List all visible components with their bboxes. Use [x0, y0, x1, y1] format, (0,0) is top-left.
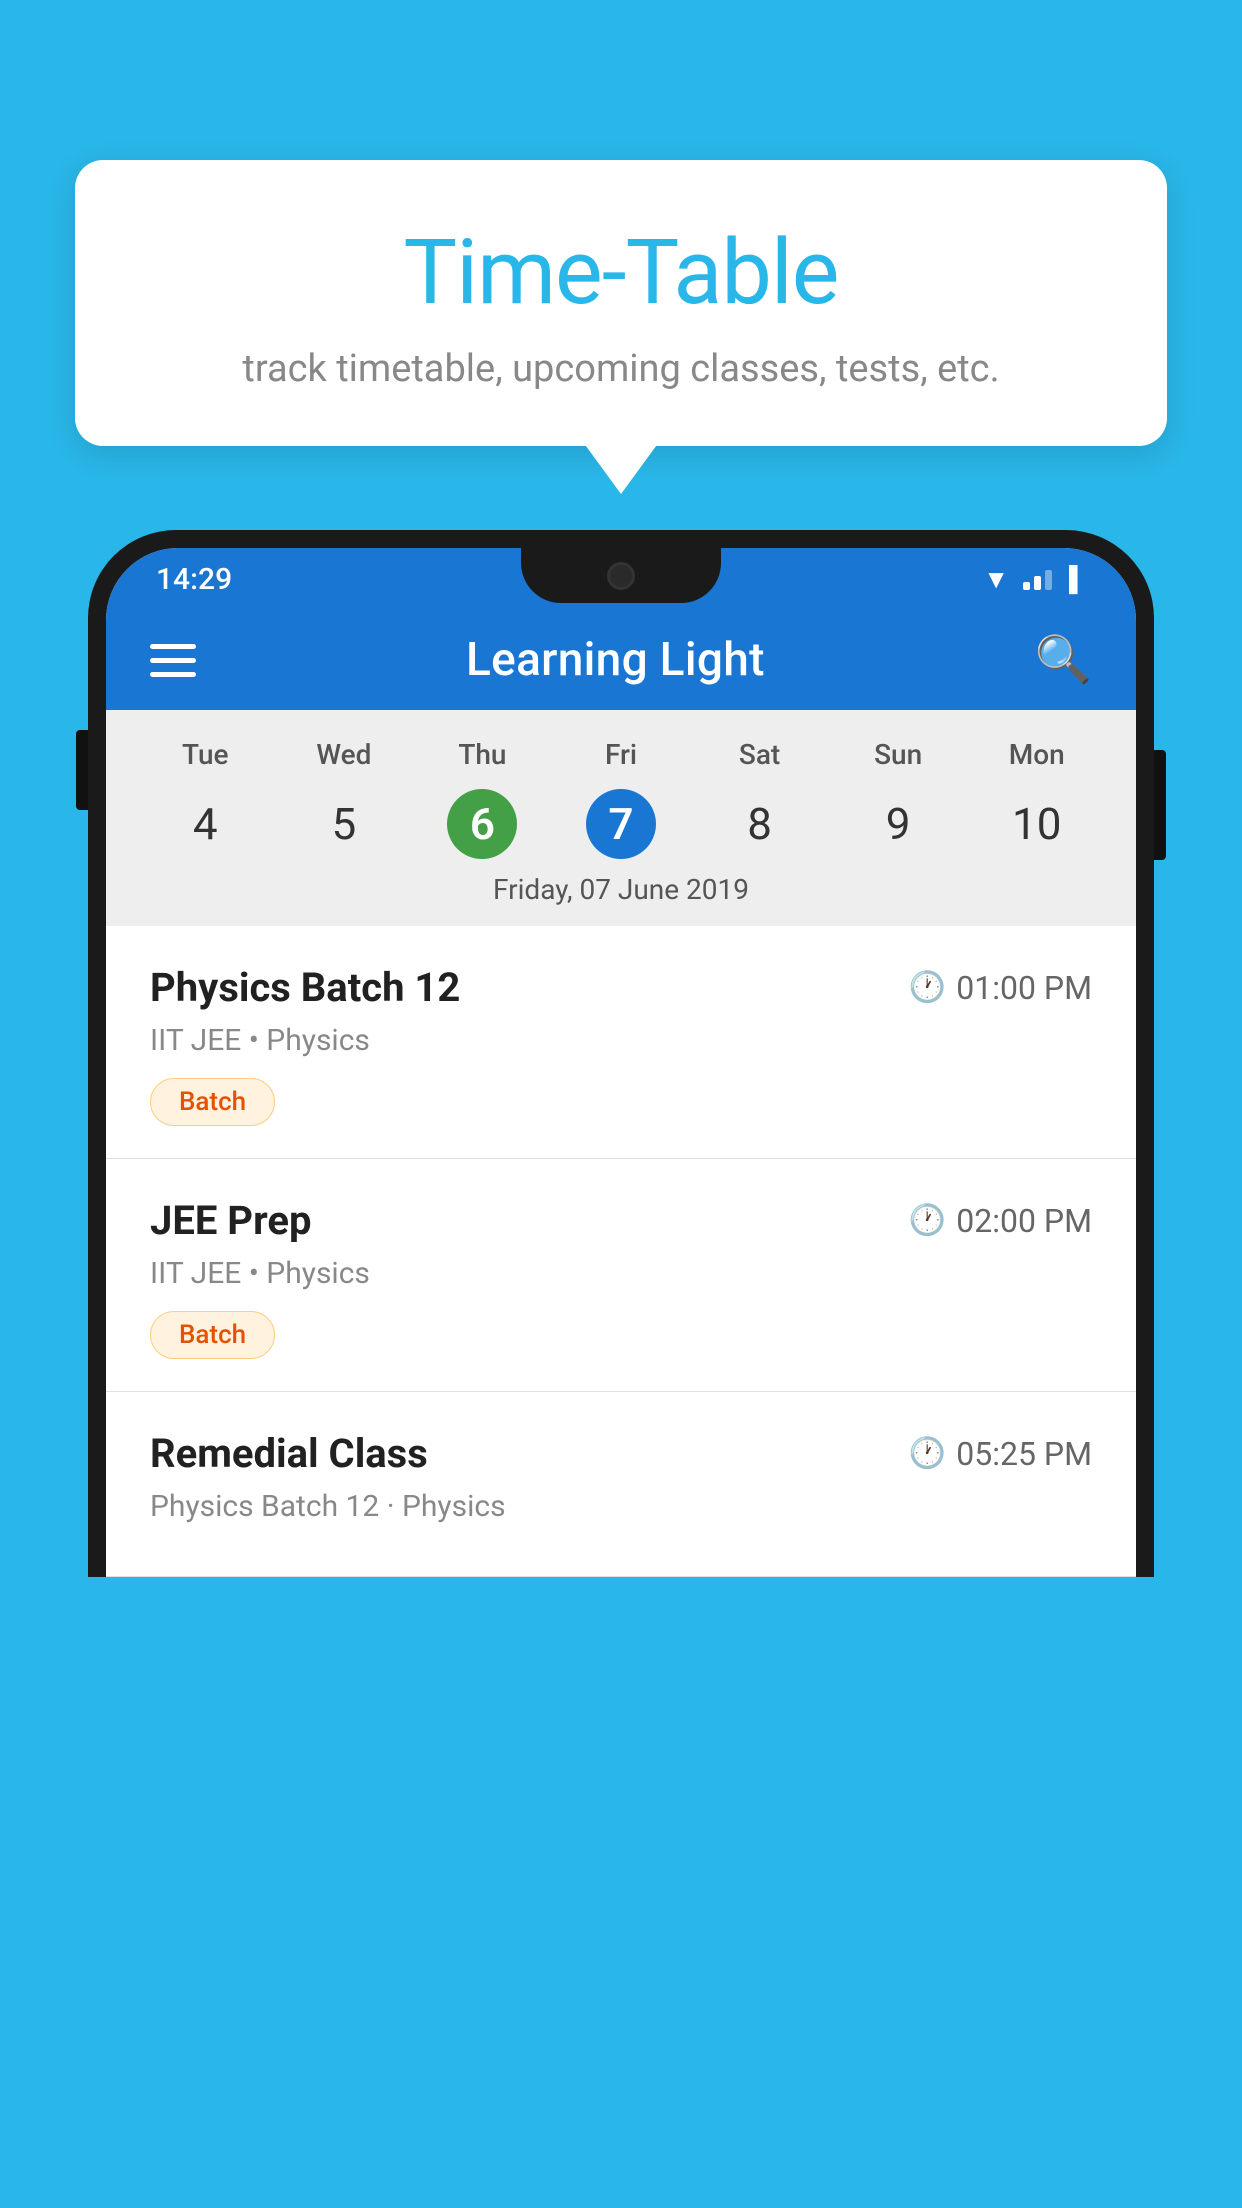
calendar-header: Tue Wed Thu Fri Sat Sun Mon 4 5 6 7 8 9 … — [106, 710, 1136, 926]
clock-icon-1: 🕐 — [909, 970, 946, 1005]
status-icons: ▼ ▌ — [983, 564, 1086, 595]
wifi-icon: ▼ — [983, 564, 1009, 595]
day-label-wed: Wed — [275, 738, 414, 771]
schedule-item-3-title: Remedial Class — [150, 1430, 428, 1477]
batch-badge-2: Batch — [150, 1311, 275, 1359]
day-label-sat: Sat — [690, 738, 829, 771]
day-label-fri: Fri — [552, 738, 691, 771]
day-9[interactable]: 9 — [863, 789, 933, 859]
status-time: 14:29 — [156, 562, 232, 597]
app-title: Learning Light — [466, 633, 765, 687]
schedule-item-2-header: JEE Prep 🕐 02:00 PM — [150, 1197, 1092, 1244]
day-5[interactable]: 5 — [309, 789, 379, 859]
schedule-item-1-time: 🕐 01:00 PM — [909, 969, 1092, 1007]
schedule-item-2-time: 🕐 02:00 PM — [909, 1202, 1092, 1240]
schedule-item-2[interactable]: JEE Prep 🕐 02:00 PM IIT JEE • Physics Ba… — [106, 1159, 1136, 1392]
batch-badge-1: Batch — [150, 1078, 275, 1126]
phone-outer: 14:29 ▼ ▌ Learning Light 🔍 — [88, 530, 1154, 1577]
day-8[interactable]: 8 — [725, 789, 795, 859]
search-icon[interactable]: 🔍 — [1035, 633, 1092, 687]
schedule-list: Physics Batch 12 🕐 01:00 PM IIT JEE • Ph… — [106, 926, 1136, 1577]
schedule-item-3[interactable]: Remedial Class 🕐 05:25 PM Physics Batch … — [106, 1392, 1136, 1577]
selected-date-label: Friday, 07 June 2019 — [136, 873, 1106, 914]
schedule-item-3-subtitle: Physics Batch 12 · Physics — [150, 1489, 1092, 1524]
power-button — [1154, 750, 1166, 860]
day-label-thu: Thu — [413, 738, 552, 771]
day-numbers: 4 5 6 7 8 9 10 — [136, 789, 1106, 859]
day-labels: Tue Wed Thu Fri Sat Sun Mon — [136, 738, 1106, 771]
schedule-item-1[interactable]: Physics Batch 12 🕐 01:00 PM IIT JEE • Ph… — [106, 926, 1136, 1159]
clock-icon-3: 🕐 — [909, 1436, 946, 1471]
volume-button — [76, 730, 88, 810]
day-10[interactable]: 10 — [1002, 789, 1072, 859]
day-7-selected[interactable]: 7 — [586, 789, 656, 859]
phone-notch — [521, 548, 721, 603]
schedule-item-2-subtitle: IIT JEE • Physics — [150, 1256, 1092, 1291]
tooltip-card: Time-Table track timetable, upcoming cla… — [75, 160, 1167, 446]
tooltip-subtitle: track timetable, upcoming classes, tests… — [135, 347, 1107, 391]
day-label-sun: Sun — [829, 738, 968, 771]
battery-icon: ▌ — [1069, 565, 1086, 594]
clock-icon-2: 🕐 — [909, 1203, 946, 1238]
tooltip-title: Time-Table — [135, 220, 1107, 325]
hamburger-menu-icon[interactable] — [150, 644, 196, 677]
day-label-tue: Tue — [136, 738, 275, 771]
app-bar: Learning Light 🔍 — [106, 610, 1136, 710]
day-6-today[interactable]: 6 — [447, 789, 517, 859]
schedule-item-3-time: 🕐 05:25 PM — [909, 1435, 1092, 1473]
schedule-item-1-subtitle: IIT JEE • Physics — [150, 1023, 1092, 1058]
front-camera — [607, 562, 635, 590]
schedule-item-3-header: Remedial Class 🕐 05:25 PM — [150, 1430, 1092, 1477]
day-label-mon: Mon — [967, 738, 1106, 771]
schedule-item-1-title: Physics Batch 12 — [150, 964, 460, 1011]
schedule-item-1-header: Physics Batch 12 🕐 01:00 PM — [150, 964, 1092, 1011]
day-4[interactable]: 4 — [170, 789, 240, 859]
signal-icon — [1023, 568, 1055, 590]
phone-mockup: 14:29 ▼ ▌ Learning Light 🔍 — [88, 530, 1154, 2208]
phone-screen: 14:29 ▼ ▌ Learning Light 🔍 — [106, 548, 1136, 1577]
schedule-item-2-title: JEE Prep — [150, 1197, 311, 1244]
